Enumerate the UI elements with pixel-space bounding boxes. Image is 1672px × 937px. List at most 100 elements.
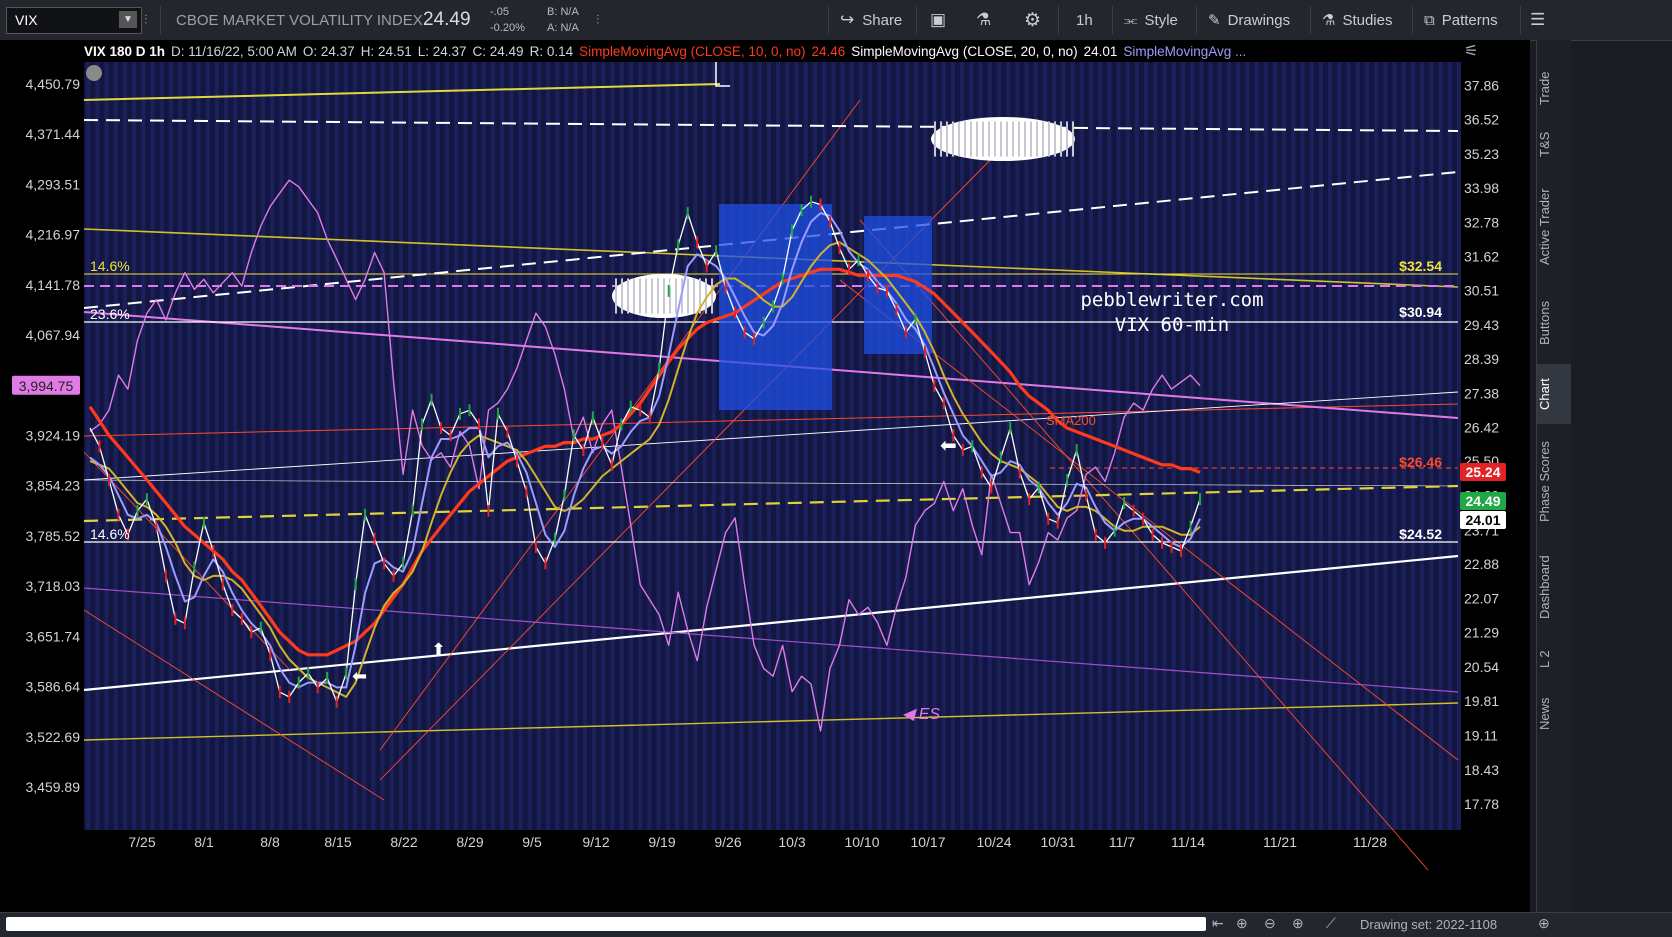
nav-tab-chart[interactable]: Chart: [1537, 364, 1571, 424]
watermark-label: pebblewriter.com: [1080, 289, 1263, 311]
session-stripe: [1171, 62, 1176, 830]
style-button[interactable]: ⫘ Style: [1124, 0, 1178, 40]
nav-tab-t-s[interactable]: T&S: [1537, 120, 1571, 168]
nav-tab-active-trader[interactable]: Active Trader: [1537, 172, 1571, 282]
session-stripe: [1254, 62, 1259, 830]
zoom-out-icon[interactable]: ⊖: [1264, 915, 1276, 932]
x-axis-tick: 11/14: [1171, 834, 1205, 850]
session-stripe: [343, 62, 348, 830]
x-axis-tick: 10/24: [976, 834, 1011, 850]
vix-axis-tick: 37.86: [1464, 77, 1499, 93]
session-stripe: [895, 62, 900, 830]
drawings-button[interactable]: ✎ Drawings: [1208, 0, 1290, 40]
session-stripe: [251, 62, 256, 830]
session-stripe: [1374, 62, 1379, 830]
gear-icon[interactable]: ⚙: [1024, 0, 1041, 40]
vix-axis-tick: 22.88: [1464, 556, 1499, 572]
zoom-in-icon[interactable]: ⊕: [1292, 915, 1304, 932]
scroll-right-icon[interactable]: ⊕: [1538, 915, 1550, 932]
scroll-left-icon[interactable]: ⇤: [1212, 915, 1224, 932]
session-stripe: [1162, 62, 1167, 830]
studies-icon: ⚗: [1322, 12, 1336, 29]
session-stripe: [1144, 62, 1149, 830]
link-icon[interactable]: ⫶: [144, 0, 147, 40]
right-nav: Trade T&S Active Trader Buttons Chart Phase S…: [1536, 40, 1571, 912]
session-stripe: [858, 62, 863, 830]
session-stripe: [205, 62, 210, 830]
es-axis-tick: 4,450.79: [26, 76, 81, 92]
session-stripe: [831, 62, 836, 830]
x-axis-tick: 10/31: [1040, 834, 1075, 850]
price-badge-label: 24.49: [1465, 493, 1500, 509]
more-menu-icon[interactable]: ☰: [1530, 0, 1545, 40]
flask-icon[interactable]: ⚗: [976, 0, 991, 40]
sma20-value: 24.01: [1083, 43, 1118, 59]
fib-label: 14.6%: [90, 258, 130, 274]
chevron-down-icon[interactable]: ▼: [119, 11, 137, 28]
study-legend: VIX 180 D 1h D: 11/16/22, 5:00 AM O: 24.…: [84, 42, 1247, 60]
price-badge-label: 24.01: [1465, 512, 1500, 528]
vix-axis-tick: 36.52: [1464, 112, 1499, 128]
session-stripe: [978, 62, 983, 830]
drawing-handle-icon: [86, 65, 102, 81]
timeframe-button[interactable]: 1h: [1076, 0, 1093, 40]
crosshair-icon[interactable]: ⊕: [1236, 915, 1248, 932]
sma-more-legend[interactable]: SimpleMovingAvg ...: [1123, 44, 1246, 59]
session-stripe: [352, 62, 357, 830]
sma20-legend[interactable]: SimpleMovingAvg (CLOSE, 20, 0, no): [851, 44, 1077, 59]
bar-date: D: 11/16/22, 5:00 AM: [171, 43, 297, 59]
detail-icon[interactable]: ⫶: [596, 0, 599, 40]
session-stripe: [233, 62, 238, 830]
session-stripe: [398, 62, 403, 830]
x-axis-tick: 9/19: [648, 834, 675, 850]
sma10-legend[interactable]: SimpleMovingAvg (CLOSE, 10, 0, no): [579, 44, 805, 59]
x-axis-tick: 8/15: [324, 834, 351, 850]
es-axis-tick: 4,141.78: [26, 277, 81, 293]
style-icon: ⫘: [1124, 11, 1138, 29]
time-scrollbar[interactable]: [6, 917, 1206, 931]
es-axis-tick: 3,718.03: [26, 578, 81, 594]
session-stripe: [803, 62, 808, 830]
vix-axis-tick: 29.43: [1464, 317, 1499, 333]
session-stripe: [316, 62, 321, 830]
nav-tab-dashboard[interactable]: Dashboard: [1537, 540, 1571, 634]
compare-icon[interactable]: ▣: [930, 0, 946, 40]
session-stripe: [518, 62, 523, 830]
session-stripe: [1456, 62, 1461, 830]
studies-button[interactable]: ⚗ Studies: [1322, 0, 1393, 40]
vix-axis-tick: 17.78: [1464, 796, 1499, 812]
nav-tab-buttons[interactable]: Buttons: [1537, 286, 1571, 360]
chart-canvas[interactable]: 4,450.79 4,371.44 4,293.51 4,216.97 4,141.78…: [0, 40, 1530, 912]
session-stripe: [1180, 62, 1185, 830]
session-stripe: [674, 62, 679, 830]
bar-high: H: 24.51: [360, 43, 412, 59]
chart-title: VIX 60-min: [1115, 314, 1229, 336]
level-label: $30.94: [1399, 304, 1442, 320]
session-stripe: [1447, 62, 1452, 830]
bar-close: C: 24.49: [472, 43, 524, 59]
vix-axis-tick: 19.81: [1464, 693, 1499, 709]
nav-tab-phase-scores[interactable]: Phase Scores: [1537, 428, 1571, 536]
nav-tab-l-2[interactable]: L 2: [1537, 638, 1571, 680]
drawing-tool-icon[interactable]: ⟋: [1326, 915, 1336, 932]
session-stripe: [665, 62, 670, 830]
left-arrow-icon: ⬅: [352, 666, 367, 687]
es-axis-tick: 3,522.69: [26, 729, 81, 745]
session-stripe: [472, 62, 477, 830]
vix-axis-tick: 33.98: [1464, 180, 1499, 196]
share-button[interactable]: ↪ Share: [840, 0, 902, 40]
symbol-input[interactable]: VIX ▼: [6, 7, 142, 34]
x-axis-tick: 11/7: [1109, 834, 1135, 850]
es-axis-tick: 3,586.64: [26, 679, 81, 695]
session-stripe: [1217, 62, 1222, 830]
session-stripe: [325, 62, 330, 830]
chart-area[interactable]: 4,450.79 4,371.44 4,293.51 4,216.97 4,141.78…: [0, 40, 1530, 912]
vix-axis-tick: 19.11: [1464, 727, 1498, 743]
drawing-set-label[interactable]: Drawing set: 2022-1108: [1360, 917, 1497, 932]
nav-tab-news[interactable]: News: [1537, 684, 1571, 744]
session-stripe: [987, 62, 992, 830]
vix-axis-tick: 22.07: [1464, 590, 1499, 606]
session-stripe: [187, 62, 192, 830]
nav-tab-trade[interactable]: Trade: [1537, 58, 1571, 118]
patterns-button[interactable]: ⧉ Patterns: [1424, 0, 1498, 40]
